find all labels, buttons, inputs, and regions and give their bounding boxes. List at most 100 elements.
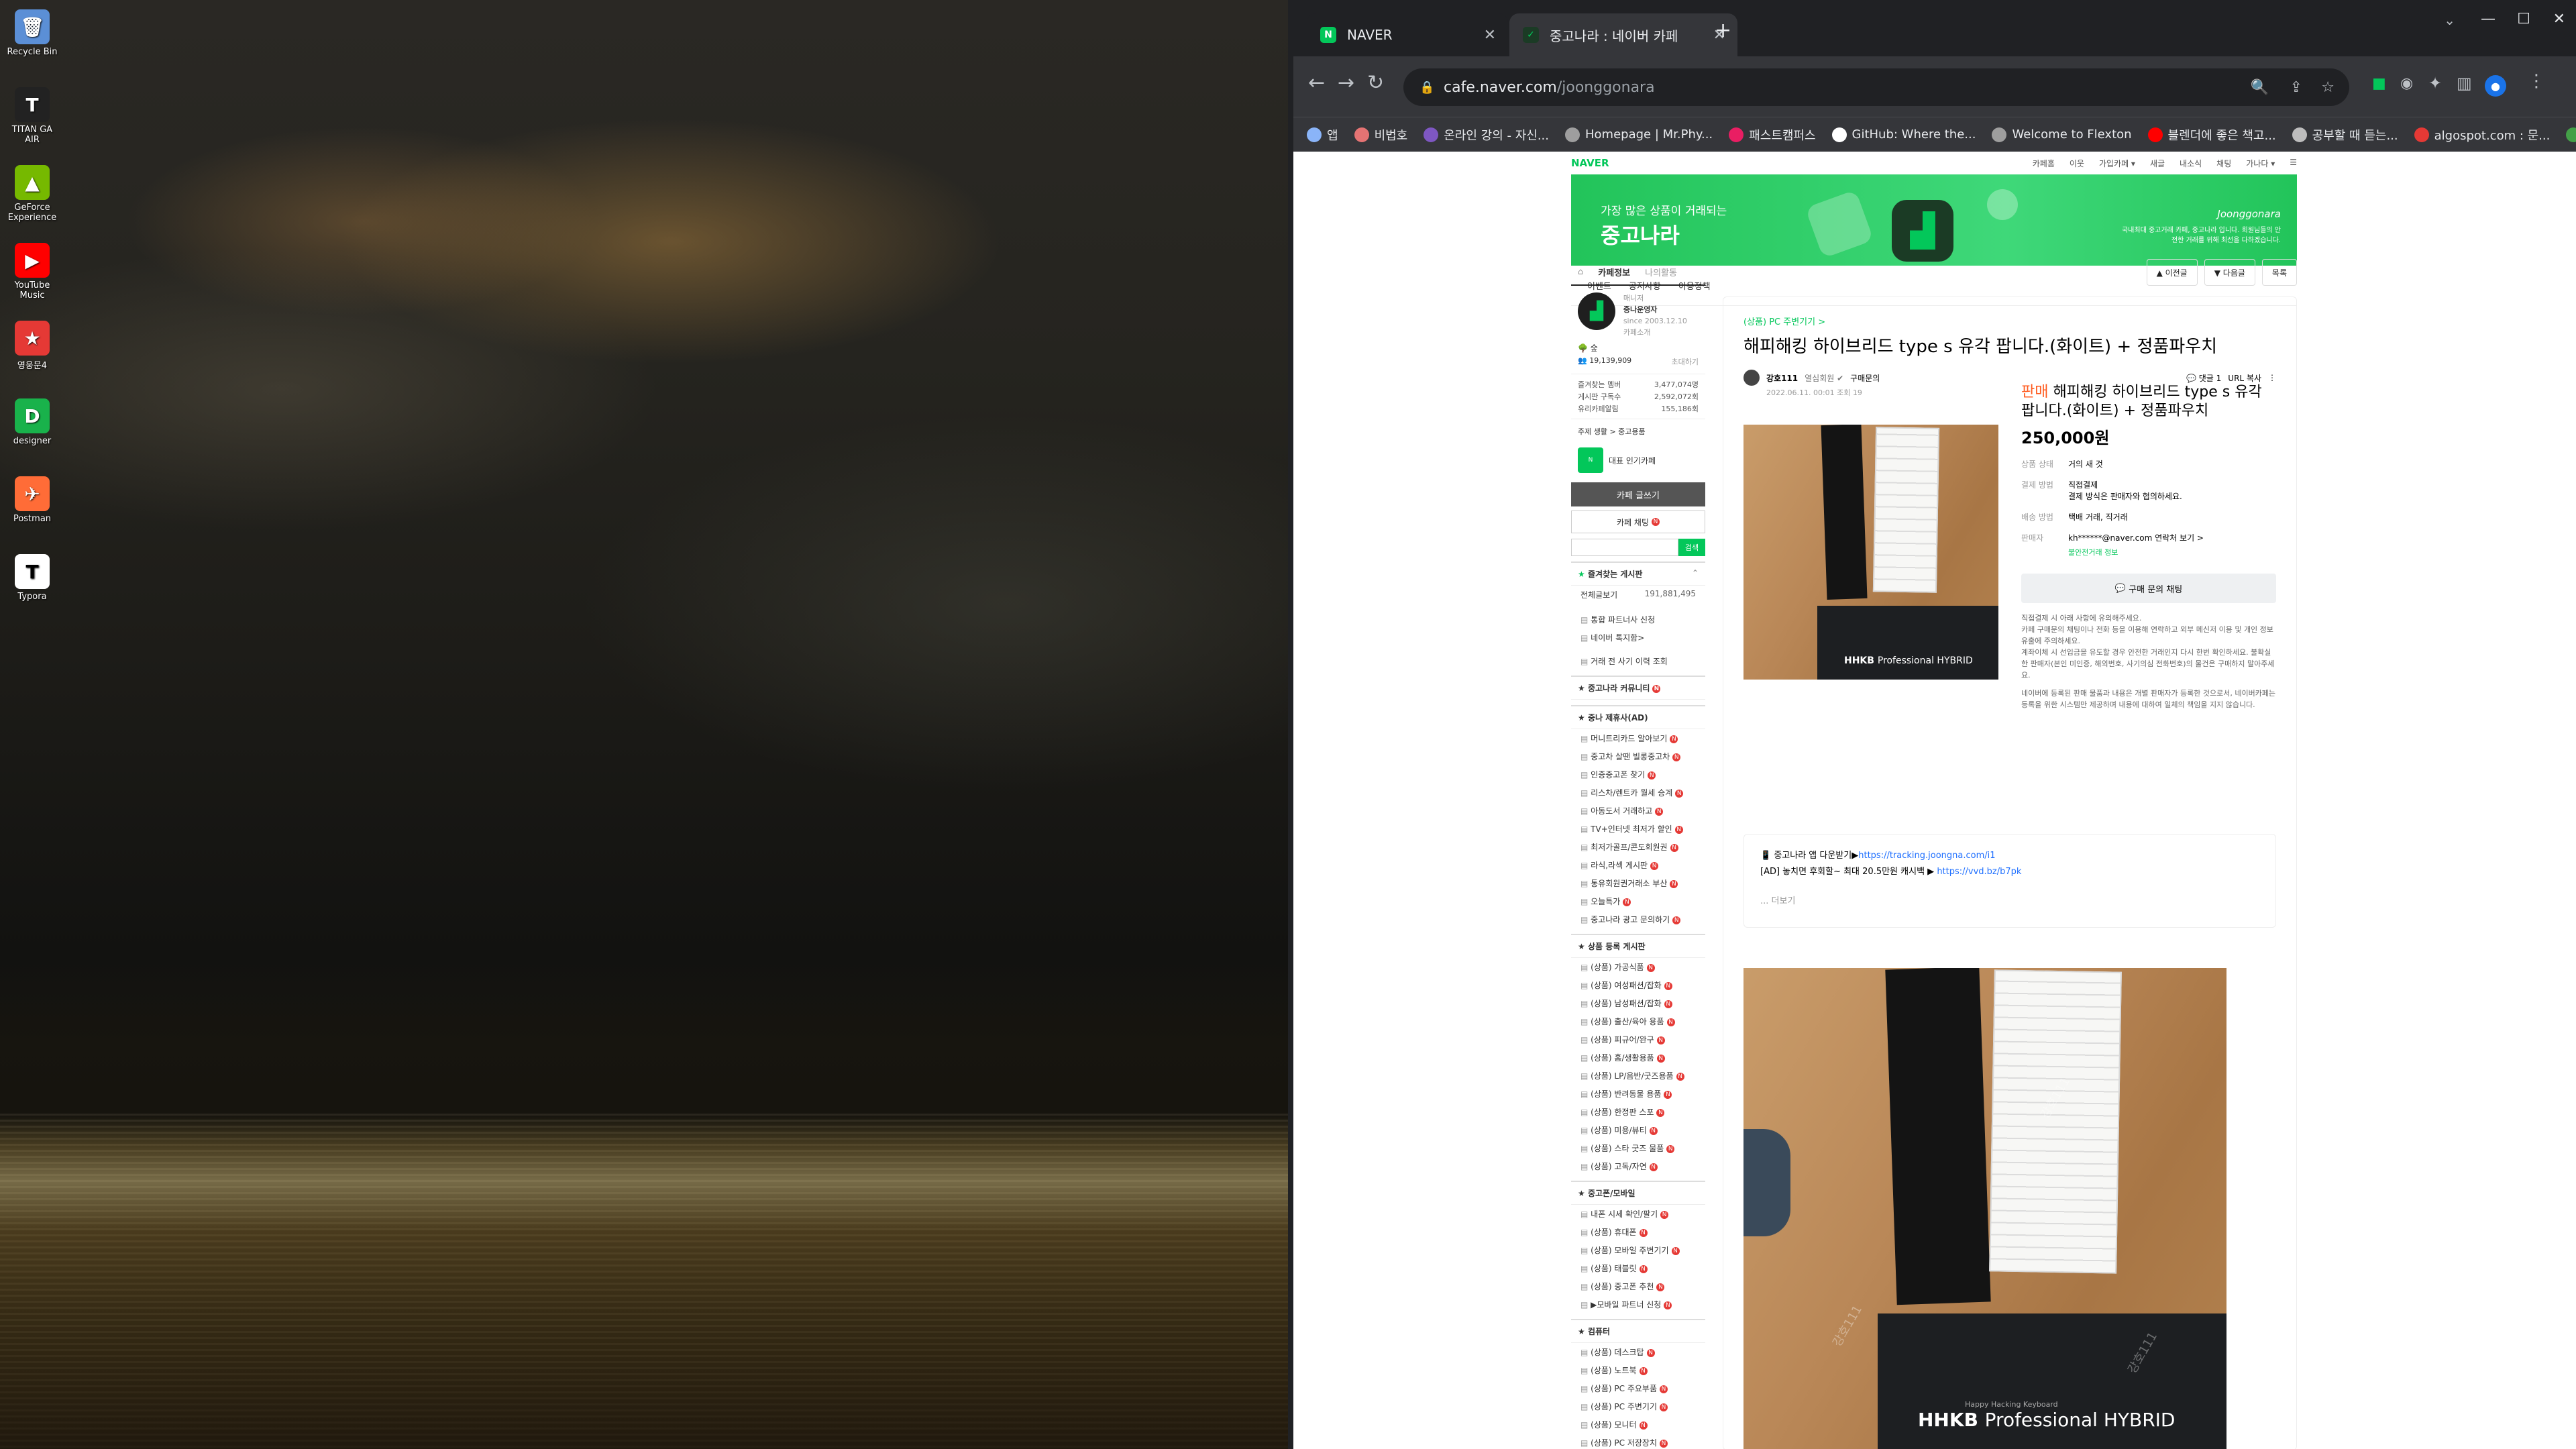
- sidebar-menu-item[interactable]: ▤ (상품) PC 주변기기 N: [1571, 1397, 1705, 1415]
- gnb-link[interactable]: 이웃: [2070, 158, 2084, 169]
- close-window-button[interactable]: ✕: [2553, 11, 2565, 28]
- search-icon[interactable]: 🔍: [2251, 79, 2269, 96]
- naver-logo[interactable]: NAVER: [1571, 157, 1609, 169]
- safe-trade-link[interactable]: 불안전거래 정보: [2068, 547, 2276, 557]
- url-copy[interactable]: URL 복사: [2228, 372, 2261, 384]
- cafe-search-input[interactable]: [1571, 539, 1678, 556]
- sidebar-menu-item[interactable]: ▤ (상품) 가공식품 N: [1571, 958, 1705, 976]
- bookmark-item[interactable]: 블렌더에 좋은 책고...: [2147, 126, 2276, 144]
- search-button[interactable]: 검색: [1678, 539, 1705, 556]
- gnb-link[interactable]: 카페홈: [2033, 158, 2055, 169]
- more-link[interactable]: ... 더보기: [1760, 894, 2259, 910]
- bookmark-item[interactable]: 앱: [1307, 126, 1338, 144]
- more-icon[interactable]: ⋮: [2268, 373, 2276, 382]
- sidebar-menu-item[interactable]: ▤ (상품) 미용/뷰티 N: [1571, 1121, 1705, 1139]
- desktop-icon[interactable]: 🗑 Recycle Bin: [5, 9, 59, 57]
- sidebar-menu-item[interactable]: ▤ 중고차 살땐 빌롱중고차 N: [1571, 747, 1705, 765]
- sidebar-menu-item[interactable]: ▤ 통유회원권거래소 부산 N: [1571, 874, 1705, 892]
- sidebar-menu-item[interactable]: ▤ (상품) 태블릿 N: [1571, 1259, 1705, 1277]
- home-icon[interactable]: ⌂: [1578, 267, 1583, 277]
- sidebar-menu-item[interactable]: ▤ (상품) 고독/자연 N: [1571, 1157, 1705, 1175]
- forward-icon[interactable]: →: [1338, 71, 1354, 95]
- desktop-icon[interactable]: Ddesigner: [5, 398, 59, 446]
- sidebar-menu-item[interactable]: ▤ 최저가골프/콘도회원권 N: [1571, 838, 1705, 856]
- extension-icon[interactable]: ■: [2372, 75, 2386, 92]
- section-computer[interactable]: ★ 컴퓨터: [1571, 1319, 1705, 1343]
- ad-link[interactable]: https://vvd.bz/b7pk: [1937, 867, 2021, 877]
- bookmark-item[interactable]: 공부할 때 듣는...: [2292, 126, 2398, 144]
- sidebar-menu-item[interactable]: ▤ (상품) PC 주요부품 N: [1571, 1379, 1705, 1397]
- bookmark-item[interactable]: GitHub: Where the...: [1831, 127, 1976, 142]
- sidebar-menu-item[interactable]: ▤ 아동도서 거래하고 N: [1571, 802, 1705, 820]
- sidebar-menu-item[interactable]: ▤ (상품) 남성패션/잡화 N: [1571, 994, 1705, 1012]
- section-goods[interactable]: ★ 상품 등록 게시판: [1571, 934, 1705, 958]
- sidebar-menu-item[interactable]: ▤ (상품) 출산/육아 용품 N: [1571, 1012, 1705, 1030]
- bookmark-item[interactable]: Homepage | Mr.Phy...: [1565, 127, 1713, 142]
- desktop-icon[interactable]: ✈ Postman: [5, 476, 59, 524]
- gnb-link[interactable]: 내소식: [2180, 158, 2202, 169]
- sidebar-menu-item[interactable]: ▤ 인증중고폰 찾기 N: [1571, 765, 1705, 784]
- desktop-icon[interactable]: T Typora: [5, 554, 59, 602]
- gnb-link[interactable]: 새글: [2150, 158, 2165, 169]
- sidebar-menu-item[interactable]: ▤ 내폰 시세 확인/팔기 N: [1571, 1205, 1705, 1223]
- tab-search-icon[interactable]: ⌄: [2444, 12, 2455, 28]
- author-avatar[interactable]: [1743, 370, 1760, 386]
- bookmark-item[interactable]: Welcome to Flexton: [1992, 127, 2132, 142]
- share-icon[interactable]: ⇪: [2290, 79, 2302, 96]
- gnb-link[interactable]: 채팅: [2216, 158, 2231, 169]
- sidebar-menu-item[interactable]: ▤ (상품) 휴대폰 N: [1571, 1223, 1705, 1241]
- section-community[interactable]: ★ 중고나라 커뮤니티 N: [1571, 676, 1705, 700]
- sidebar-menu-item[interactable]: ▤ 라식,라섹 게시판 N: [1571, 856, 1705, 874]
- write-button[interactable]: 카페 글쓰기: [1571, 482, 1705, 506]
- sidebar-menu-item[interactable]: ▤ ▶모바일 파트너 신청 N: [1571, 1295, 1705, 1313]
- maximize-button[interactable]: ☐: [2517, 11, 2530, 28]
- new-tab-button[interactable]: +: [1715, 19, 1731, 42]
- bookmark-item[interactable]: 비법호: [1354, 126, 1407, 144]
- sidebar-menu-item[interactable]: ▤ 통합 파트너사 신청: [1571, 610, 1705, 629]
- sidebar-menu-item[interactable]: ▤ 리스차/렌트카 월세 승계 N: [1571, 784, 1705, 802]
- ad-link[interactable]: https://tracking.joongna.com/i1: [1858, 851, 1995, 861]
- sidebar-menu-item[interactable]: ▤ (상품) 데스크탑 N: [1571, 1343, 1705, 1361]
- sidebar-menu-item[interactable]: ▤ (상품) 모바일 주변기기 N: [1571, 1241, 1705, 1259]
- bookmark-item[interactable]: 패스트캠퍼스: [1729, 126, 1816, 144]
- sidebar-menu-item[interactable]: ▤ (상품) 피규어/완구 N: [1571, 1030, 1705, 1049]
- sidepanel-icon[interactable]: ▥: [2457, 74, 2472, 93]
- invite-link[interactable]: 초대하기: [1672, 356, 1699, 367]
- article-category[interactable]: (상품) PC 주변기기 >: [1743, 315, 2276, 327]
- sidebar-menu-item[interactable]: ▤ (상품) LP/음반/굿즈용품 N: [1571, 1067, 1705, 1085]
- tab-cafe-info[interactable]: 카페정보: [1598, 266, 1630, 278]
- chevron-down-icon[interactable]: ⌃: [1692, 568, 1699, 578]
- minimize-button[interactable]: —: [2481, 11, 2496, 28]
- address-bar[interactable]: 🔒 cafe.naver.com/joonggonara 🔍 ⇪ ☆: [1403, 68, 2349, 106]
- sidebar-menu-item[interactable]: ▤ 거래 전 사기 이력 조회: [1571, 652, 1705, 670]
- tab-naver[interactable]: N NAVER ✕: [1307, 13, 1508, 56]
- sidebar-menu-item[interactable]: ▤ (상품) PC 저장장치 N: [1571, 1434, 1705, 1449]
- fav-board-header[interactable]: ★ 즐겨찾는 게시판 ⌃: [1571, 561, 1705, 586]
- desktop-icon[interactable]: ▲ GeForce Experience: [5, 165, 59, 223]
- lock-icon[interactable]: 🔒: [1419, 80, 1434, 95]
- comments-link[interactable]: 💬 댓글 1: [2186, 372, 2221, 384]
- back-icon[interactable]: ←: [1308, 71, 1325, 95]
- gnb-link[interactable]: 가입카페 ▾: [2099, 158, 2135, 169]
- author-name[interactable]: 강호111: [1766, 372, 1798, 384]
- sidebar-menu-item[interactable]: ▤ 머니트리카드 알아보기 N: [1571, 729, 1705, 747]
- section-mobile[interactable]: ★ 중고폰/모바일: [1571, 1181, 1705, 1205]
- reload-icon[interactable]: ↻: [1367, 71, 1384, 95]
- sidebar-menu-item[interactable]: ▤ (상품) 중고폰 추천 N: [1571, 1277, 1705, 1295]
- sidebar-menu-item[interactable]: ▤ (상품) 모니터 N: [1571, 1415, 1705, 1434]
- sidebar-menu-item[interactable]: ▤ (상품) 여성패션/잡화 N: [1571, 976, 1705, 994]
- bookmark-item[interactable]: algospot.com : 문...: [2414, 126, 2550, 144]
- chat-button[interactable]: 카페 채팅 N: [1571, 511, 1705, 533]
- desktop-icon[interactable]: ▶ YouTube Music: [5, 243, 59, 301]
- cafe-banner[interactable]: 가장 많은 상품이 거래되는 중고나라 ▟ Joonggonara 국내최대 중…: [1571, 174, 2297, 266]
- list-button[interactable]: 목록: [2261, 259, 2297, 286]
- sidebar-menu-item[interactable]: ▤ 중고나라 광고 문의하기 N: [1571, 910, 1705, 928]
- product-row-value[interactable]: kh******@naver.com 연락처 보기 >: [2068, 533, 2204, 544]
- sidebar-menu-item[interactable]: ▤ (상품) 반려동물 용품 N: [1571, 1085, 1705, 1103]
- avatar[interactable]: ●: [2485, 75, 2506, 97]
- purchase-chat-button[interactable]: 💬 구매 문의 채팅: [2021, 574, 2276, 603]
- next-post-button[interactable]: ▼ 다음글: [2204, 259, 2255, 286]
- sidebar-menu-item[interactable]: ▤ (상품) 노트북 N: [1571, 1361, 1705, 1379]
- sidebar-menu-item[interactable]: ▤ (상품) 한정판 스포 N: [1571, 1103, 1705, 1121]
- desktop-icon[interactable]: T TITAN GA AIR: [5, 87, 59, 145]
